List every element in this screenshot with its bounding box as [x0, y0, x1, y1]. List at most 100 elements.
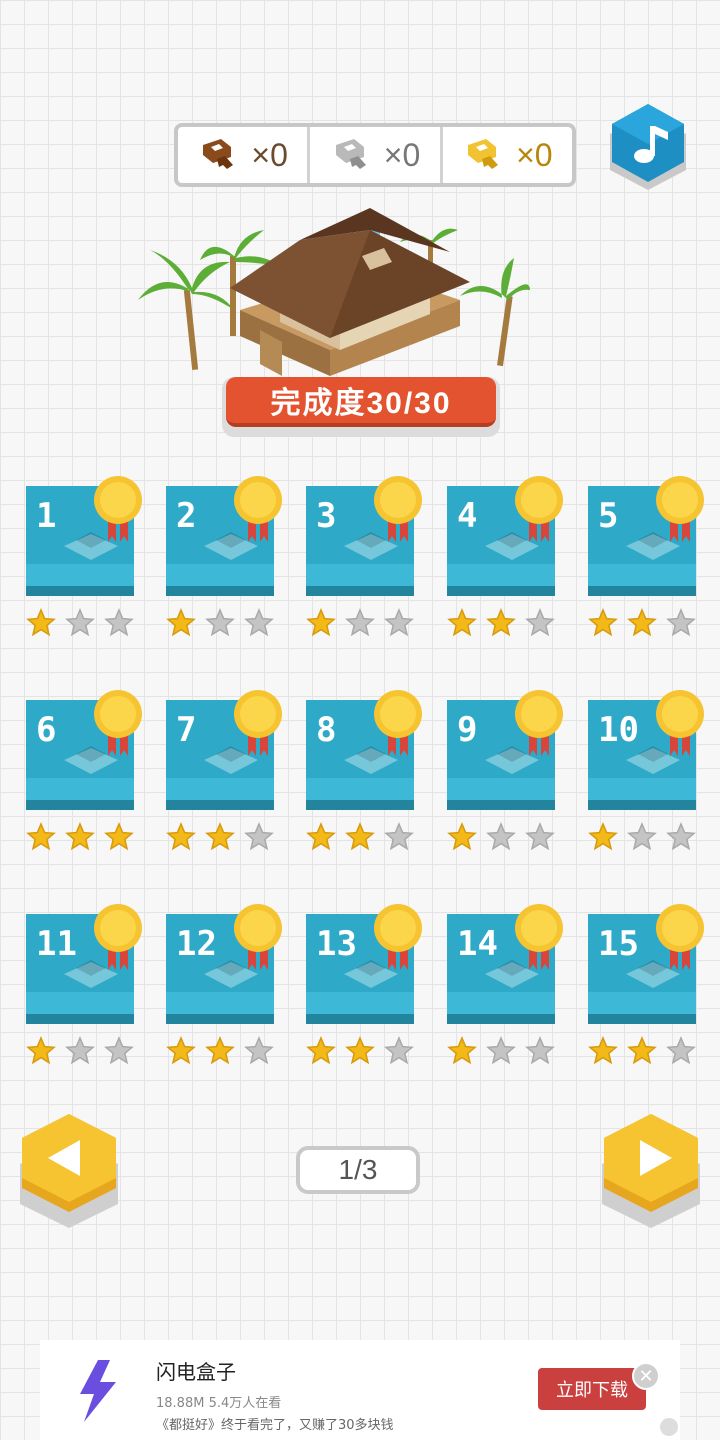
tile-stripe: [588, 992, 696, 1014]
gold-medal-icon: [374, 476, 422, 542]
star-rating: [26, 608, 134, 638]
gold-medal-icon: [656, 476, 704, 542]
tile-stripe: [26, 992, 134, 1014]
gold-medal-icon: [374, 904, 422, 970]
level-10-button[interactable]: 10: [588, 688, 704, 851]
star-filled-icon: [205, 1036, 235, 1065]
star-empty-icon: [666, 608, 696, 637]
star-rating: [447, 1036, 555, 1066]
level-15-button[interactable]: 15: [588, 902, 704, 1065]
arrow-right-icon: [602, 1114, 700, 1228]
star-empty-icon: [486, 1036, 516, 1065]
silver-key-count: ×0: [383, 136, 421, 173]
level-number: 6: [36, 710, 57, 750]
star-filled-icon: [166, 608, 196, 637]
star-filled-icon: [627, 1036, 657, 1065]
level-13-button[interactable]: 13: [306, 902, 422, 1065]
star-rating: [306, 822, 414, 852]
completion-text: 完成度30/30: [226, 377, 496, 427]
tile-stripe: [447, 992, 555, 1014]
level-number: 8: [316, 710, 337, 750]
tile-stripe: [588, 778, 696, 800]
bronze-key-counter: ×0: [178, 127, 307, 183]
gold-medal-icon: [94, 690, 142, 756]
ad-close-icon[interactable]: ✕: [632, 1362, 660, 1390]
ad-description: 《都挺好》终于看完了，又赚了30多块钱: [156, 1418, 394, 1433]
level-7-button[interactable]: 7: [166, 688, 282, 851]
music-note-icon: [610, 104, 686, 190]
tile-stripe: [166, 778, 274, 800]
level-12-button[interactable]: 12: [166, 902, 282, 1065]
star-rating: [588, 822, 696, 852]
star-rating: [166, 822, 274, 852]
star-rating: [588, 1036, 696, 1066]
star-empty-icon: [666, 1036, 696, 1065]
level-9-button[interactable]: 9: [447, 688, 563, 851]
music-toggle-button[interactable]: [606, 100, 690, 196]
ad-banner[interactable]: 闪电盒子 18.88M 5.4万人在看 《都挺好》终于看完了，又赚了30多块钱 …: [40, 1340, 680, 1440]
tile-stripe: [166, 564, 274, 586]
prev-page-button[interactable]: [14, 1110, 124, 1230]
star-empty-icon: [244, 608, 274, 637]
star-rating: [447, 822, 555, 852]
level-4-button[interactable]: 4: [447, 474, 563, 637]
level-1-button[interactable]: 1: [26, 474, 142, 637]
ad-download-button[interactable]: 立即下载: [538, 1368, 646, 1410]
star-filled-icon: [588, 608, 618, 637]
gold-medal-icon: [656, 904, 704, 970]
star-filled-icon: [447, 1036, 477, 1065]
star-filled-icon: [26, 1036, 56, 1065]
star-filled-icon: [26, 822, 56, 851]
star-rating: [166, 1036, 274, 1066]
star-empty-icon: [244, 822, 274, 851]
star-empty-icon: [525, 608, 555, 637]
level-6-button[interactable]: 6: [26, 688, 142, 851]
star-empty-icon: [486, 822, 516, 851]
level-2-button[interactable]: 2: [166, 474, 282, 637]
star-rating: [26, 822, 134, 852]
gold-key-count: ×0: [516, 136, 553, 173]
level-14-button[interactable]: 14: [447, 902, 563, 1065]
ad-badge-icon: [660, 1418, 678, 1436]
star-filled-icon: [306, 608, 336, 637]
bronze-key-count: ×0: [251, 136, 288, 173]
star-filled-icon: [447, 822, 477, 851]
tile-stripe: [447, 564, 555, 586]
star-filled-icon: [588, 1036, 618, 1065]
level-3-button[interactable]: 3: [306, 474, 422, 637]
star-rating: [306, 608, 414, 638]
star-empty-icon: [525, 822, 555, 851]
gold-medal-icon: [234, 476, 282, 542]
gold-medal-icon: [94, 476, 142, 542]
level-5-button[interactable]: 5: [588, 474, 704, 637]
star-filled-icon: [104, 822, 134, 851]
star-filled-icon: [447, 608, 477, 637]
gold-medal-icon: [94, 904, 142, 970]
tile-stripe: [306, 992, 414, 1014]
star-empty-icon: [384, 1036, 414, 1065]
star-empty-icon: [666, 822, 696, 851]
ad-meta: 18.88M 5.4万人在看: [156, 1396, 282, 1411]
gold-medal-icon: [234, 690, 282, 756]
tile-stripe: [306, 778, 414, 800]
star-empty-icon: [65, 1036, 95, 1065]
tile-stripe: [166, 992, 274, 1014]
next-page-button[interactable]: [596, 1110, 706, 1230]
star-rating: [306, 1036, 414, 1066]
gold-medal-icon: [656, 690, 704, 756]
star-empty-icon: [627, 822, 657, 851]
star-filled-icon: [486, 608, 516, 637]
star-filled-icon: [65, 822, 95, 851]
star-empty-icon: [65, 608, 95, 637]
star-empty-icon: [384, 822, 414, 851]
star-filled-icon: [166, 822, 196, 851]
star-filled-icon: [306, 1036, 336, 1065]
level-number: 7: [176, 710, 197, 750]
page-indicator: 1/3: [296, 1146, 420, 1194]
level-8-button[interactable]: 8: [306, 688, 422, 851]
star-rating: [447, 608, 555, 638]
level-11-button[interactable]: 11: [26, 902, 142, 1065]
gold-key-counter: ×0: [439, 127, 572, 183]
arrow-left-icon: [20, 1114, 118, 1228]
tile-stripe: [447, 778, 555, 800]
